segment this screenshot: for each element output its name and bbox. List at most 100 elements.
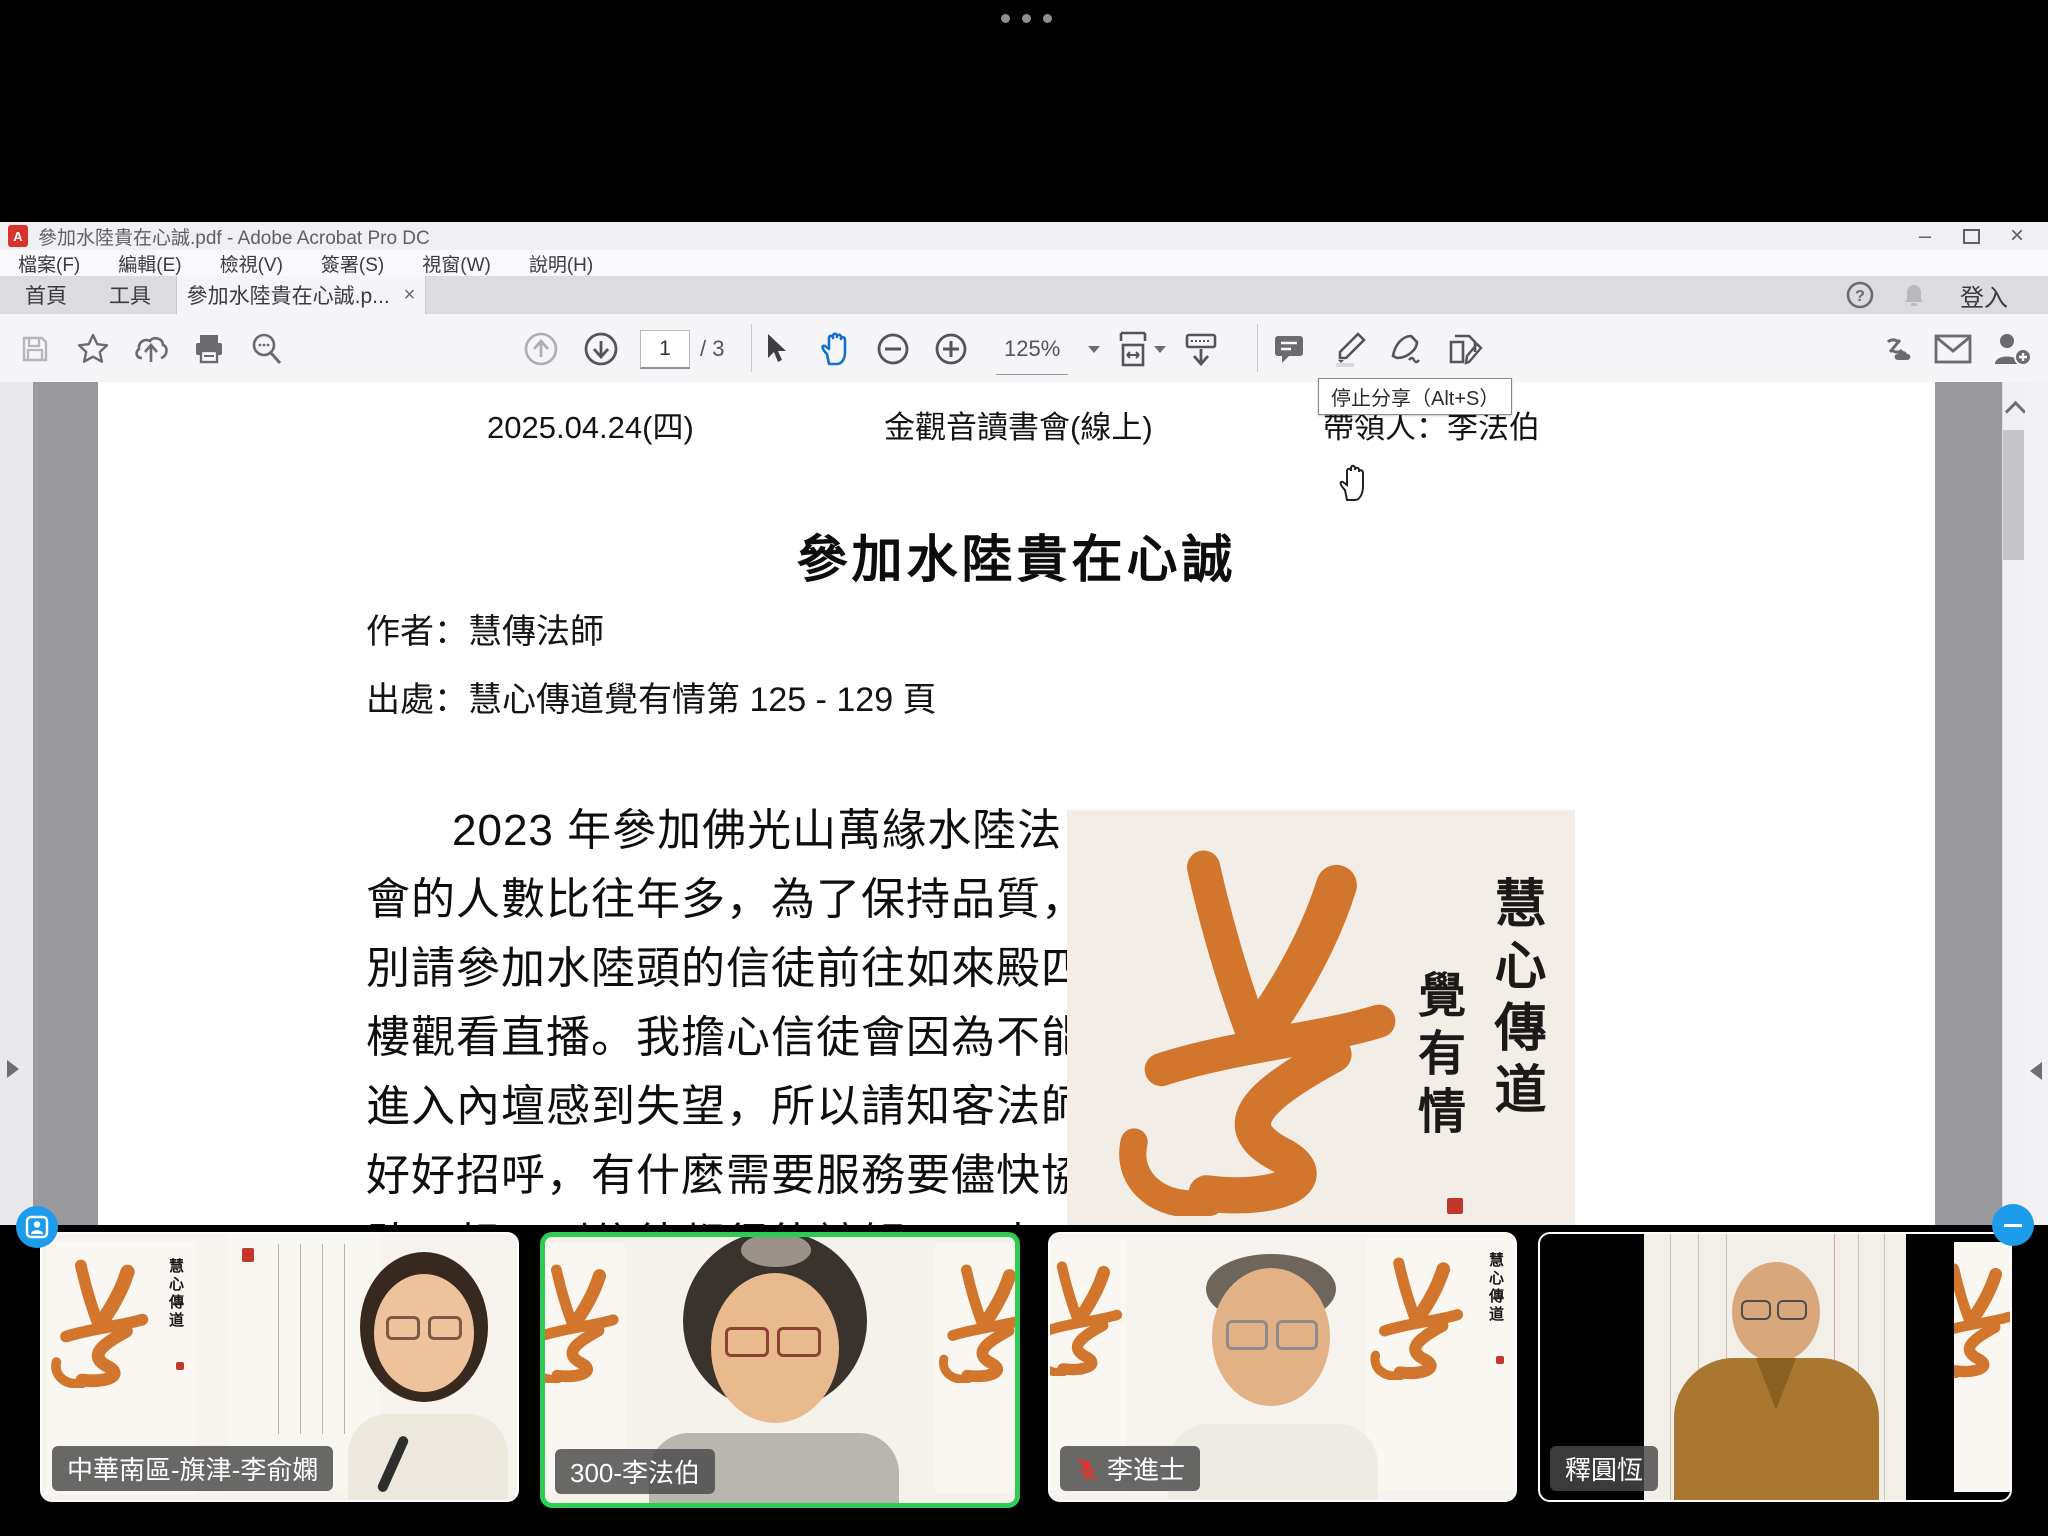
video-tile[interactable]: 釋圓恆 xyxy=(1538,1232,2012,1502)
highlight-tool-button[interactable] xyxy=(1328,328,1370,370)
menu-window[interactable]: 視窗(W) xyxy=(422,250,491,277)
scrollbar-thumb[interactable] xyxy=(2003,430,2024,560)
svg-text:?: ? xyxy=(1855,288,1865,305)
maximize-button[interactable] xyxy=(1948,222,1994,250)
video-tile[interactable]: 慧心傳道 李進士 xyxy=(1048,1232,1517,1502)
minus-icon xyxy=(2004,1224,2022,1227)
body-line: 進入內壇感到失望，所以請知客法師 xyxy=(366,1072,1056,1141)
page-number-input[interactable]: 1 xyxy=(640,330,690,369)
menu-file[interactable]: 檔案(F) xyxy=(18,250,80,277)
share-upload-button[interactable] xyxy=(130,328,172,370)
search-button[interactable] xyxy=(246,328,288,370)
body-line: 樓觀看直播。我擔心信徒會因為不能 xyxy=(366,1003,1056,1072)
zoom-dropdown-caret[interactable] xyxy=(1088,346,1100,353)
maximize-icon xyxy=(1963,229,1980,244)
tab-tools[interactable]: 工具 xyxy=(92,276,168,314)
zoom-in-button[interactable] xyxy=(930,328,972,370)
favorites-button[interactable] xyxy=(72,328,114,370)
participant-name-label: 李進士 xyxy=(1060,1446,1200,1491)
zoom-out-icon xyxy=(874,330,912,368)
participants-panel-button[interactable] xyxy=(16,1206,58,1248)
help-button[interactable]: ? xyxy=(1838,276,1882,314)
comment-pane-toggle-icon[interactable] xyxy=(2030,1062,2042,1080)
fill-sign-button[interactable] xyxy=(1386,328,1428,370)
nav-pane-toggle-icon[interactable] xyxy=(7,1060,19,1078)
add-person-button[interactable] xyxy=(1990,328,2032,370)
page-down-icon xyxy=(582,330,620,368)
brush-calligraphy xyxy=(1081,846,1441,1216)
zoom-out-button[interactable] xyxy=(872,328,914,370)
menu-bar: 檔案(F) 編輯(E) 檢視(V) 簽署(S) 視窗(W) 說明(H) xyxy=(0,250,2048,276)
dot xyxy=(1022,14,1031,23)
doc-header-date: 2025.04.24(四) xyxy=(487,402,694,447)
cover-title-col2: 覺有情 xyxy=(1401,970,1471,1144)
printer-icon xyxy=(192,332,226,366)
toolbar-divider xyxy=(1257,324,1258,372)
more-tools-icon xyxy=(1445,330,1485,368)
menu-help[interactable]: 說明(H) xyxy=(529,250,593,277)
sign-in-button[interactable]: 登入 xyxy=(1944,276,2024,314)
select-tool-button[interactable] xyxy=(754,328,796,370)
link-icon xyxy=(1874,330,1916,368)
stop-sharing-tooltip: 停止分享（Alt+S） xyxy=(1318,378,1512,415)
close-button[interactable]: × xyxy=(1994,222,2040,250)
cursor-icon xyxy=(760,332,790,366)
doc-body: 2023 年參加佛光山萬緣水陸法 會的人數比往年多，為了保持品質，特 別請參加水… xyxy=(366,796,1056,1279)
fit-width-button[interactable] xyxy=(1112,328,1154,370)
minimize-button[interactable]: – xyxy=(1902,222,1948,250)
save-button[interactable] xyxy=(14,328,56,370)
book-cover-image: 慧心傳道 覺有情 xyxy=(1067,810,1575,1228)
search-icon xyxy=(249,331,285,367)
hand-tool-button[interactable] xyxy=(814,328,856,370)
send-email-button[interactable] xyxy=(1932,328,1974,370)
doc-source: 出處：慧心傳道覺有情第 125 - 129 頁 xyxy=(366,672,937,721)
comment-tool-button[interactable] xyxy=(1268,328,1310,370)
star-icon xyxy=(75,331,111,367)
dot xyxy=(1001,14,1010,23)
participant-name-label: 300-李法伯 xyxy=(555,1449,715,1494)
scroll-mode-icon xyxy=(1181,329,1221,369)
help-icon: ? xyxy=(1845,280,1875,310)
highlighter-icon xyxy=(1330,330,1368,368)
notifications-button[interactable] xyxy=(1892,276,1936,314)
tab-document[interactable]: 參加水陸貴在心誠.p... × xyxy=(176,276,426,314)
dot xyxy=(1043,14,1052,23)
envelope-icon xyxy=(1933,333,1973,365)
video-tile-active-speaker[interactable]: 慧心傳道 300-李法伯 xyxy=(540,1232,1020,1508)
print-button[interactable] xyxy=(188,328,230,370)
fill-sign-icon xyxy=(1387,330,1427,368)
next-page-button[interactable] xyxy=(580,328,622,370)
cover-seal xyxy=(1447,1198,1463,1214)
menu-sign[interactable]: 簽署(S) xyxy=(321,250,384,277)
person-frame-icon xyxy=(25,1215,49,1239)
video-tile[interactable]: 慧心傳道 中華南區-旗津-李俞嫻 xyxy=(40,1232,519,1502)
meeting-controls-handle[interactable] xyxy=(1001,14,1052,23)
save-icon xyxy=(19,333,51,365)
body-line: 2023 年參加佛光山萬緣水陸法 xyxy=(366,796,1056,865)
page-total-label: / 3 xyxy=(700,336,724,362)
more-tools-button[interactable] xyxy=(1444,328,1486,370)
scroll-mode-button[interactable] xyxy=(1180,328,1222,370)
hide-videos-button[interactable] xyxy=(1992,1204,2034,1246)
share-link-button[interactable] xyxy=(1874,328,1916,370)
previous-page-button[interactable] xyxy=(520,328,562,370)
scroll-backdrop xyxy=(1644,1234,1906,1500)
zoom-in-icon xyxy=(932,330,970,368)
body-line: 別請參加水陸頭的信徒前往如來殿四 xyxy=(366,934,1056,1003)
scroll-up-icon[interactable] xyxy=(2005,401,2026,422)
doc-header-center: 金觀音讀書會(線上) xyxy=(884,402,1153,447)
mic-muted-icon xyxy=(1075,1457,1099,1481)
doc-title: 參加水陸貴在心誠 xyxy=(98,518,1935,592)
cover-title-col1: 慧心傳道 xyxy=(1478,876,1553,1124)
zoom-level-value[interactable]: 125% xyxy=(996,336,1068,375)
window-title: 參加水陸貴在心誠.pdf - Adobe Acrobat Pro DC xyxy=(38,223,430,250)
body-line: 好好招呼，有什麼需要服務要儘快協 xyxy=(366,1141,1056,1210)
main-toolbar: 1 / 3 125% xyxy=(0,314,2048,383)
tab-close-icon[interactable]: × xyxy=(404,284,416,307)
title-bar: A 參加水陸貴在心誠.pdf - Adobe Acrobat Pro DC – … xyxy=(0,222,2048,251)
tab-document-label: 參加水陸貴在心誠.p... xyxy=(187,280,390,310)
menu-view[interactable]: 檢視(V) xyxy=(220,250,283,277)
fit-dropdown-caret[interactable] xyxy=(1154,346,1166,353)
tab-home[interactable]: 首頁 xyxy=(8,276,84,314)
menu-edit[interactable]: 編輯(E) xyxy=(118,250,181,277)
